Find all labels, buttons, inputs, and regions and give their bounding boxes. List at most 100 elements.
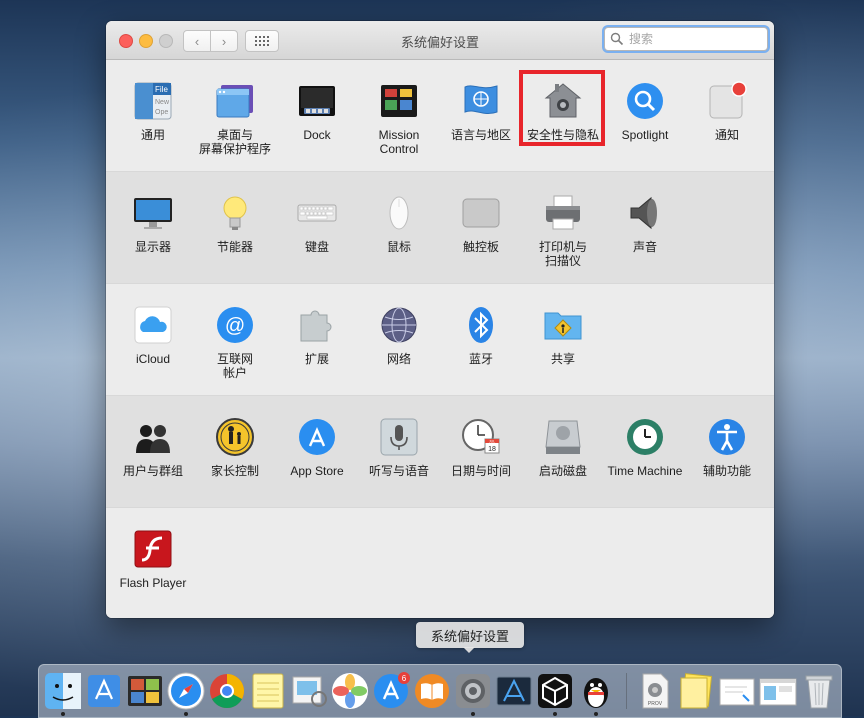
- dock-prov-file[interactable]: PROV: [635, 671, 675, 711]
- dock-chrome[interactable]: [207, 671, 247, 711]
- pane-sound[interactable]: 声音: [604, 192, 686, 254]
- pane-dictation-speech[interactable]: 听写与语音: [358, 416, 440, 478]
- pane-label: 声音: [632, 240, 657, 254]
- svg-text:Ope: Ope: [155, 109, 168, 116]
- finder-icon: [45, 673, 81, 709]
- pane-time-machine[interactable]: Time Machine: [604, 416, 686, 478]
- dock-icon: [296, 80, 338, 122]
- calendar-day: 18: [488, 446, 496, 453]
- dock-system-preferences[interactable]: [453, 671, 493, 711]
- pane-app-store[interactable]: App Store: [276, 416, 358, 478]
- dock-photos[interactable]: [330, 671, 370, 711]
- pane-accessibility[interactable]: 辅助功能: [686, 416, 768, 478]
- pane-label: 启动磁盘: [538, 464, 587, 478]
- dock-safari[interactable]: [166, 671, 206, 711]
- pane-label: 通用: [140, 128, 165, 142]
- pane-dock[interactable]: Dock: [276, 80, 358, 142]
- dock-app-store[interactable]: 6: [371, 671, 411, 711]
- dock-document-folder[interactable]: [717, 671, 757, 711]
- dock-xcode[interactable]: [84, 671, 124, 711]
- pane-label: iCloud: [135, 352, 171, 366]
- pane-mouse[interactable]: 鼠标: [358, 192, 440, 254]
- dock: 6 PROV: [38, 664, 842, 718]
- pane-language-region[interactable]: 语言与地区: [440, 80, 522, 142]
- pane-label: Spotlight: [621, 128, 669, 142]
- parental-icon: [214, 416, 256, 458]
- pane-keyboard[interactable]: 键盘: [276, 192, 358, 254]
- puzzle-icon: [296, 304, 338, 346]
- svg-text:New: New: [155, 99, 170, 106]
- search-icon: [610, 32, 624, 46]
- pane-internet-accounts[interactable]: @ 互联网 帐户: [194, 304, 276, 380]
- dock-unity[interactable]: [535, 671, 575, 711]
- svg-text:@: @: [225, 315, 245, 337]
- dock-finder[interactable]: [43, 671, 83, 711]
- pane-flash-player[interactable]: Flash Player: [112, 528, 194, 590]
- pane-label: Flash Player: [119, 576, 187, 590]
- pane-sharing[interactable]: 共享: [522, 304, 604, 366]
- pane-row-internet: iCloud @ 互联网 帐户 扩展 网络 蓝牙 共享: [106, 284, 774, 396]
- dock-stickies[interactable]: [676, 671, 716, 711]
- dock-preview[interactable]: [289, 671, 329, 711]
- pane-label: 听写与语音: [368, 464, 429, 478]
- dock-screen-window[interactable]: [758, 671, 798, 711]
- pane-network[interactable]: 网络: [358, 304, 440, 366]
- dock-instruments[interactable]: [494, 671, 534, 711]
- pane-printers-scanners[interactable]: 打印机与 扫描仪: [522, 192, 604, 268]
- bluetooth-icon: [460, 304, 502, 346]
- app-store-icon: 6: [374, 672, 410, 708]
- unity-icon: [538, 674, 572, 708]
- tooltip-arrow: [463, 647, 475, 653]
- trash-icon: [805, 675, 833, 709]
- running-indicator: [471, 712, 475, 716]
- pane-date-time[interactable]: JUL 18 日期与时间: [440, 416, 522, 478]
- pane-startup-disk[interactable]: 启动磁盘: [522, 416, 604, 478]
- pane-label: 桌面与 屏幕保护程序: [198, 128, 271, 156]
- general-icon: File New Ope: [132, 80, 174, 122]
- dock-qq[interactable]: [576, 671, 616, 711]
- calendar-month: JUL: [489, 440, 495, 444]
- chrome-icon: [210, 674, 244, 708]
- pane-energy-saver[interactable]: 节能器: [194, 192, 276, 254]
- pane-label: 家长控制: [210, 464, 259, 478]
- safari-icon: [167, 672, 205, 710]
- dock-ibooks[interactable]: [412, 671, 452, 711]
- preview-icon: [292, 676, 327, 707]
- pane-icloud[interactable]: iCloud: [112, 304, 194, 366]
- pane-notifications[interactable]: 通知: [686, 80, 768, 142]
- pane-label: 互联网 帐户: [216, 352, 253, 380]
- gear-icon: [456, 674, 490, 708]
- title-bar: ‹ › 系统偏好设置: [106, 21, 774, 60]
- pane-label: 辅助功能: [702, 464, 751, 478]
- accessibility-icon: [706, 416, 748, 458]
- pane-mission-control[interactable]: Mission Control: [358, 80, 440, 156]
- pane-trackpad[interactable]: 触控板: [440, 192, 522, 254]
- pane-desktop-screensaver[interactable]: 桌面与 屏幕保护程序: [194, 80, 276, 156]
- pane-extensions[interactable]: 扩展: [276, 304, 358, 366]
- pane-displays[interactable]: 显示器: [112, 192, 194, 254]
- pane-bluetooth[interactable]: 蓝牙: [440, 304, 522, 366]
- flash-icon: [132, 528, 174, 570]
- xcode-icon: [88, 675, 120, 707]
- pane-label: 通知: [714, 128, 739, 142]
- sharing-folder-icon: [542, 304, 584, 346]
- pane-label: 扩展: [304, 352, 329, 366]
- book-icon: [415, 674, 449, 708]
- search-input[interactable]: [627, 31, 751, 47]
- instruments-icon: [496, 676, 532, 706]
- dock-photo-booth[interactable]: [125, 671, 165, 711]
- file-icon: PROV: [642, 673, 669, 709]
- pane-spotlight[interactable]: Spotlight: [604, 80, 686, 142]
- prov-label: PROV: [648, 701, 663, 707]
- search-field[interactable]: [604, 27, 768, 51]
- dock-trash[interactable]: [799, 671, 839, 711]
- document-icon: [719, 678, 755, 706]
- keyboard-icon: [296, 192, 338, 234]
- pane-label: 触控板: [462, 240, 499, 254]
- pane-users-groups[interactable]: 用户与群组: [112, 416, 194, 478]
- magnifier-icon: [624, 80, 666, 122]
- pane-parental-controls[interactable]: 家长控制: [194, 416, 276, 478]
- pane-general[interactable]: File New Ope 通用: [112, 80, 194, 142]
- app-store-icon: [296, 416, 338, 458]
- dock-notes[interactable]: [248, 671, 288, 711]
